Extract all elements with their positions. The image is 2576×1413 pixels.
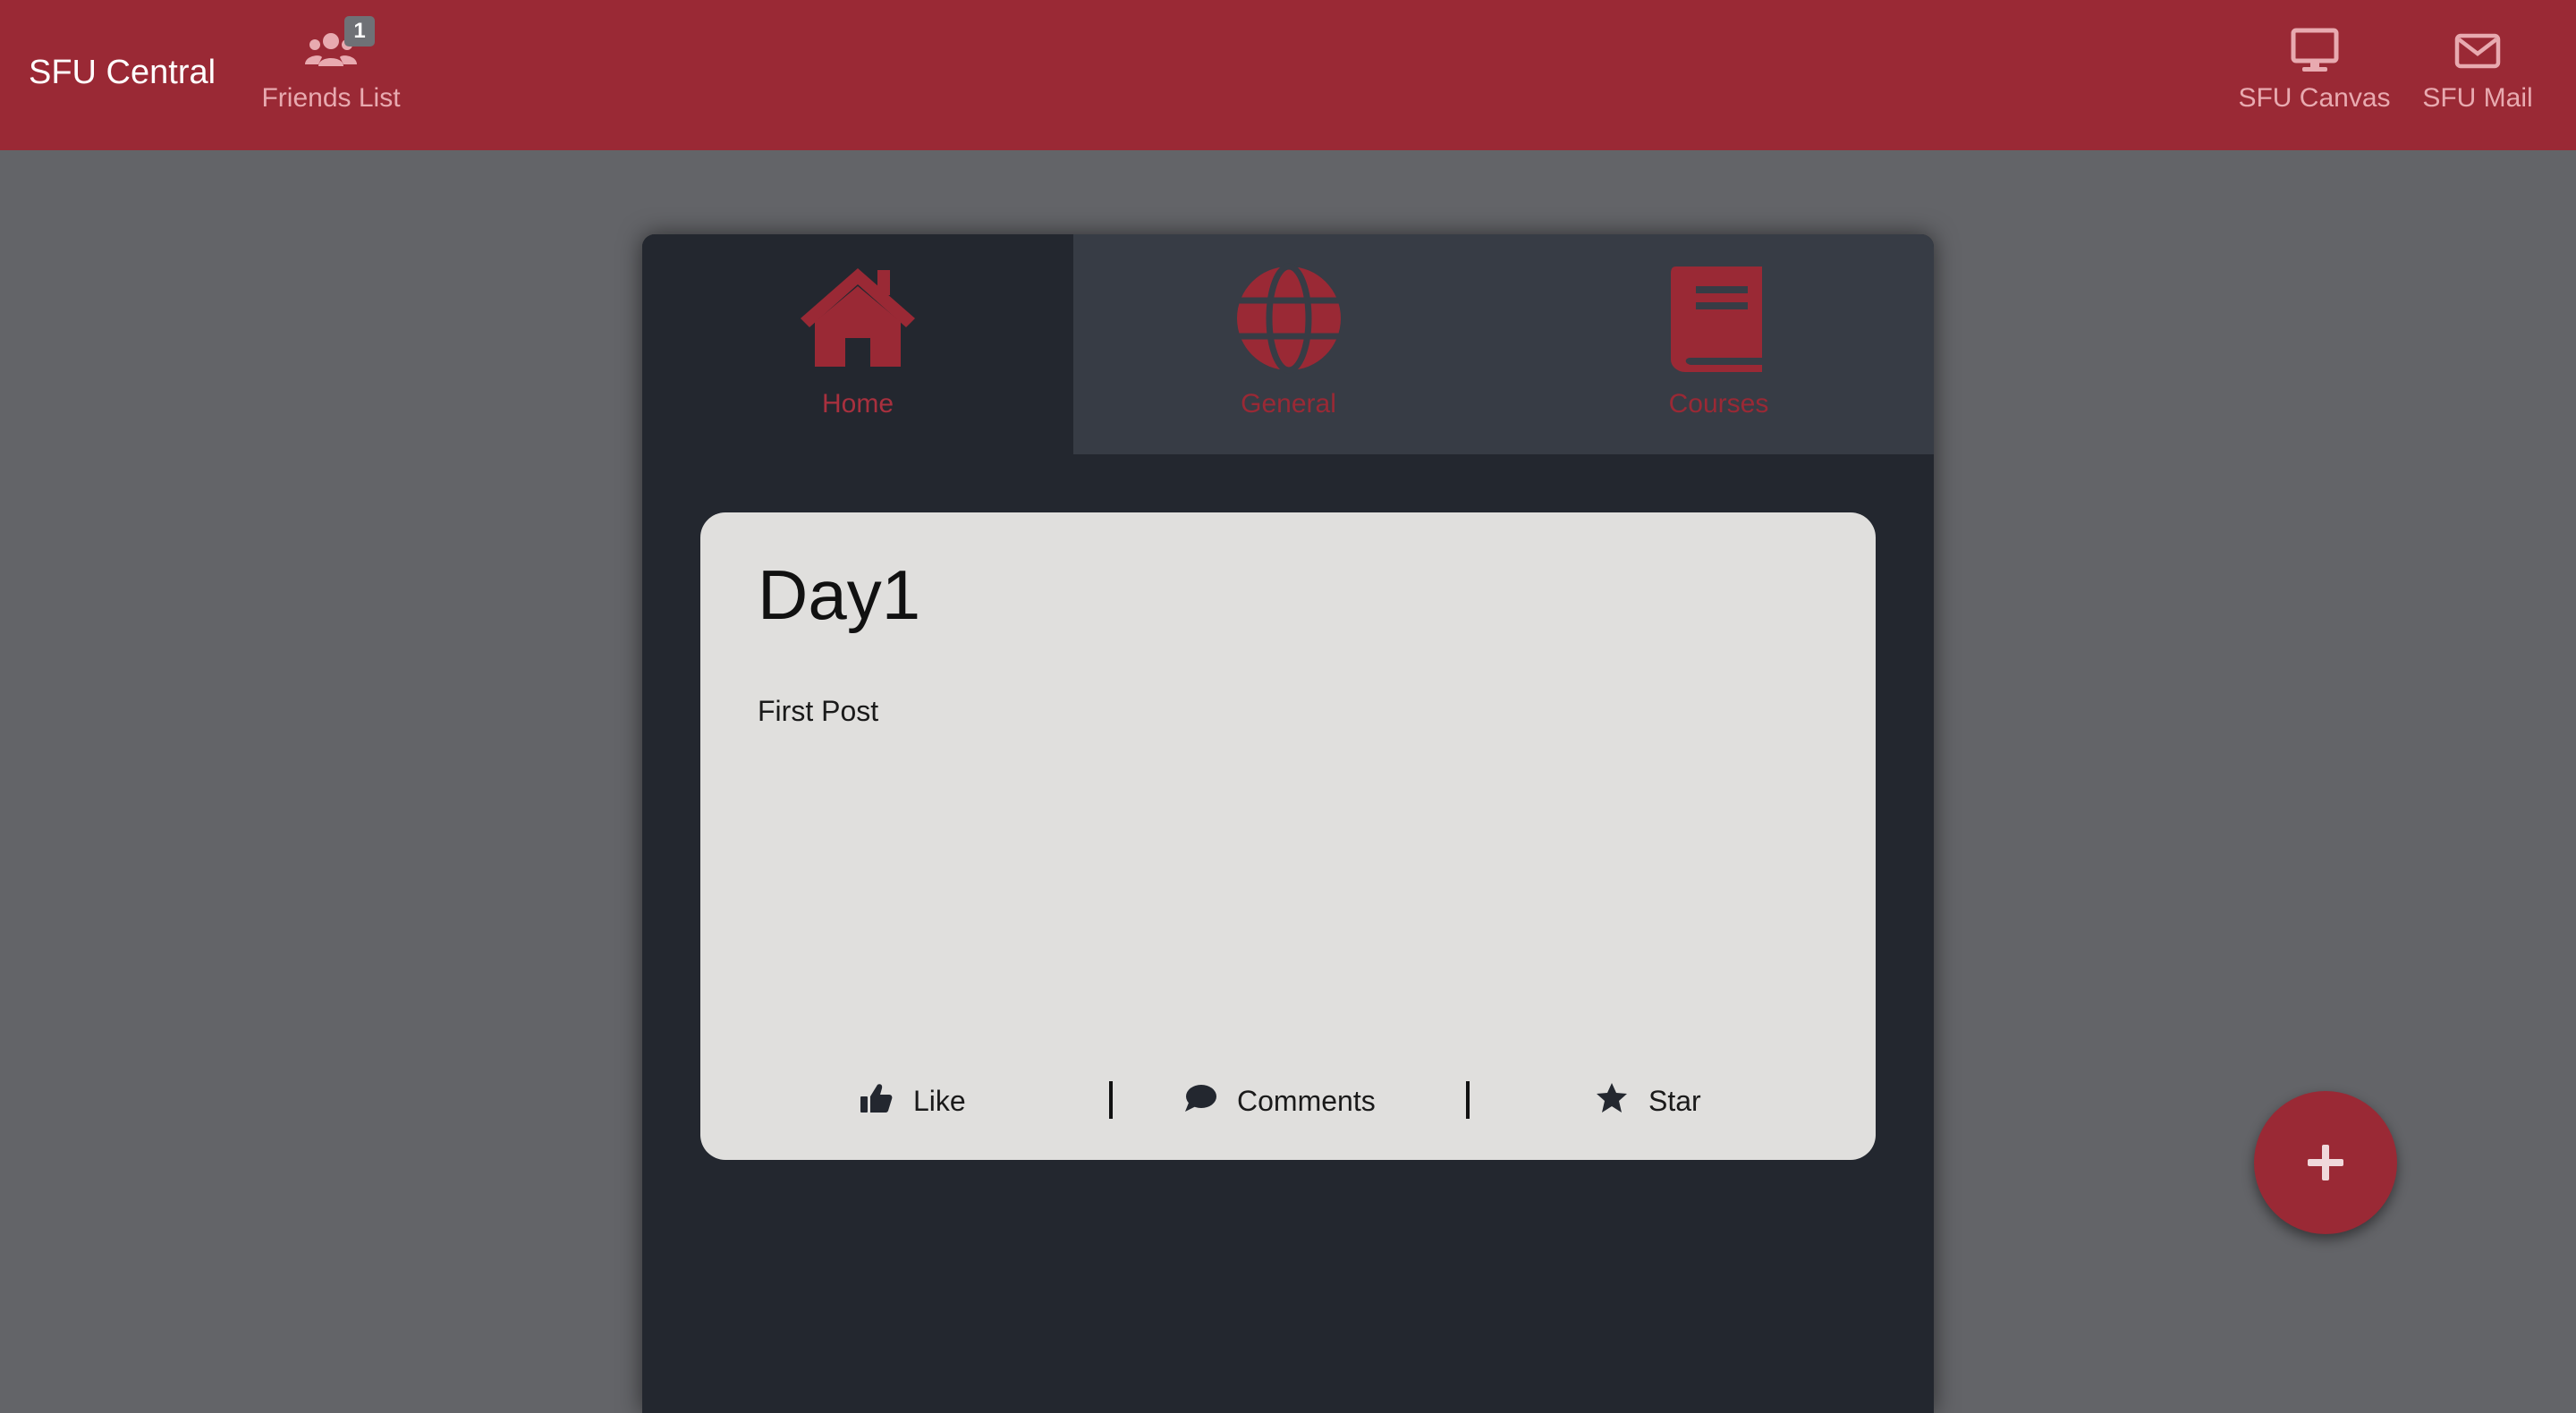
new-post-button[interactable]: [2254, 1091, 2397, 1234]
plus-icon: [2308, 1145, 2343, 1180]
post-title: Day1: [758, 555, 921, 634]
friends-list-label: Friends List: [261, 83, 401, 113]
feed-panel: Home General Courses Day1 First Post Lik…: [642, 234, 1934, 1413]
post-body: First Post: [758, 695, 879, 727]
sfu-canvas-link[interactable]: SFU Canvas: [2232, 27, 2397, 125]
globe-icon: [1236, 263, 1341, 374]
channel-tabs: Home General Courses: [642, 234, 1934, 454]
home-icon: [801, 268, 915, 367]
tab-courses-label: Courses: [1668, 389, 1769, 419]
friend-count-badge: 1: [344, 16, 375, 47]
sfu-mail-label: SFU Mail: [2422, 83, 2533, 113]
comments-button[interactable]: Comments: [1183, 1074, 1376, 1128]
book-icon: [1670, 267, 1762, 372]
like-label: Like: [913, 1085, 966, 1117]
star-icon: [1597, 1082, 1627, 1113]
like-button[interactable]: Like: [860, 1074, 966, 1128]
comment-icon: [1185, 1084, 1216, 1112]
sfu-mail-link[interactable]: SFU Mail: [2411, 27, 2545, 125]
tab-home[interactable]: Home: [642, 234, 1073, 454]
sfu-canvas-label: SFU Canvas: [2238, 83, 2391, 113]
comments-label: Comments: [1237, 1085, 1376, 1117]
tab-general[interactable]: General: [1073, 234, 1504, 454]
post-card[interactable]: Day1 First Post Like Comments Star: [700, 512, 1876, 1160]
friends-list-link[interactable]: Friends List: [242, 27, 420, 125]
star-button[interactable]: Star: [1595, 1074, 1701, 1128]
tab-home-label: Home: [821, 389, 894, 419]
post-actions: Like Comments Star: [700, 1074, 1876, 1128]
tab-courses[interactable]: Courses: [1504, 234, 1934, 454]
monitor-icon: [2291, 28, 2338, 72]
action-divider: [1466, 1081, 1470, 1119]
action-divider: [1109, 1081, 1113, 1119]
envelope-icon: [2454, 33, 2501, 69]
brand-link[interactable]: SFU Central: [29, 50, 216, 95]
top-navbar: SFU Central Friends List 1 SFU Canvas SF…: [0, 0, 2576, 150]
thumbs-up-icon: [860, 1083, 893, 1113]
tab-general-label: General: [1241, 389, 1336, 419]
star-label: Star: [1648, 1085, 1701, 1117]
